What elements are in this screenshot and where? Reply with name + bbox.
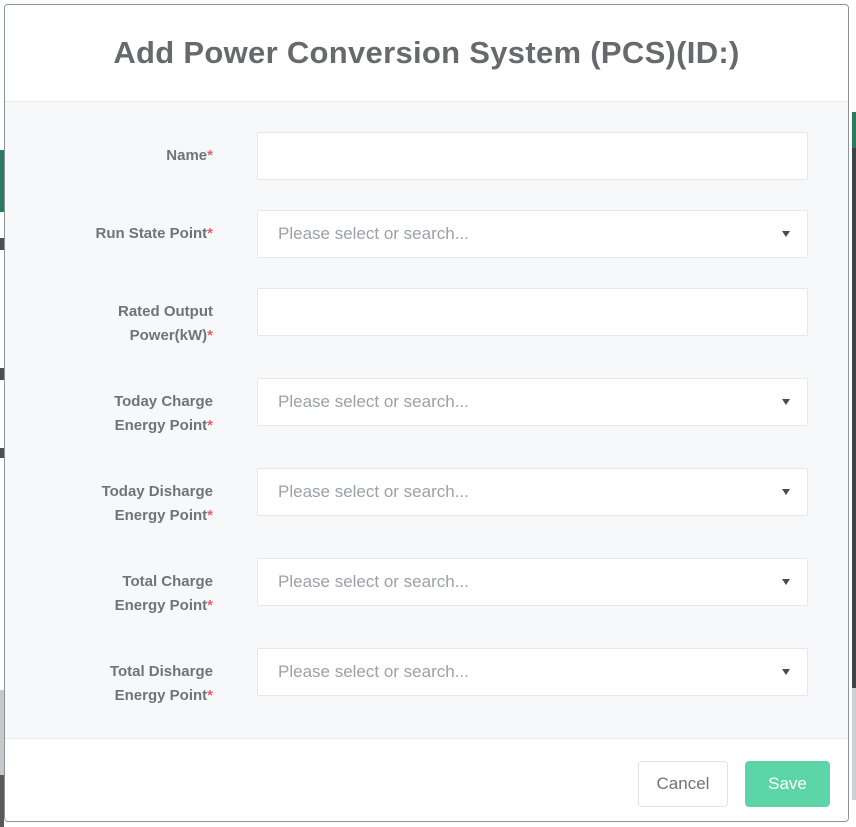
field-label-rated-output-power: Rated Output Power(kW)* (45, 300, 213, 348)
field-control: Please select or search... (257, 558, 808, 606)
today-disharge-energy-point-select[interactable]: Please select or search... (257, 468, 808, 516)
add-pcs-modal: Add Power Conversion System (PCS)(ID:) N… (4, 4, 849, 822)
form-row-today-charge-energy-point: Today Charge Energy Point* Please select… (45, 378, 808, 438)
total-charge-energy-point-select[interactable]: Please select or search... (257, 558, 808, 606)
modal-body: Name* Run State Point* Please select or … (5, 102, 848, 738)
form-row-name: Name* (45, 132, 808, 180)
required-asterisk: * (207, 147, 213, 164)
modal-title: Add Power Conversion System (PCS)(ID:) (113, 35, 739, 71)
field-control: Please select or search... (257, 468, 808, 516)
select-placeholder: Please select or search... (278, 392, 469, 412)
field-label-total-charge-energy-point: Total Charge Energy Point* (45, 570, 213, 618)
chevron-down-icon (782, 489, 790, 495)
form-row-rated-output-power: Rated Output Power(kW)* (45, 288, 808, 348)
modal-header: Add Power Conversion System (PCS)(ID:) (5, 5, 848, 102)
required-asterisk: * (207, 597, 213, 614)
form-row-total-disharge-energy-point: Total Disharge Energy Point* Please sele… (45, 648, 808, 708)
screenshot-stage: Add Power Conversion System (PCS)(ID:) N… (0, 0, 856, 827)
edge-teal-segment (852, 112, 856, 148)
field-label-run-state-point: Run State Point* (45, 222, 213, 246)
name-input[interactable] (257, 132, 808, 180)
edge-dark-segment (852, 148, 856, 688)
page-edge-artifact-right (852, 0, 856, 827)
field-label-name: Name* (45, 144, 213, 168)
form-row-total-charge-energy-point: Total Charge Energy Point* Please select… (45, 558, 808, 618)
field-label-today-disharge-energy-point: Today Disharge Energy Point* (45, 480, 213, 528)
select-placeholder: Please select or search... (278, 662, 469, 682)
edge-gray-segment (852, 688, 856, 800)
field-control: Please select or search... (257, 210, 808, 258)
required-asterisk: * (207, 507, 213, 524)
select-placeholder: Please select or search... (278, 482, 469, 502)
chevron-down-icon (782, 579, 790, 585)
rated-output-power-input[interactable] (257, 288, 808, 336)
form-row-today-disharge-energy-point: Today Disharge Energy Point* Please sele… (45, 468, 808, 528)
field-label-total-disharge-energy-point: Total Disharge Energy Point* (45, 660, 213, 708)
select-placeholder: Please select or search... (278, 572, 469, 592)
required-asterisk: * (207, 687, 213, 704)
today-charge-energy-point-select[interactable]: Please select or search... (257, 378, 808, 426)
chevron-down-icon (782, 231, 790, 237)
chevron-down-icon (782, 399, 790, 405)
field-control: Please select or search... (257, 378, 808, 426)
select-placeholder: Please select or search... (278, 224, 469, 244)
required-asterisk: * (207, 225, 213, 242)
form-row-run-state-point: Run State Point* Please select or search… (45, 210, 808, 258)
field-control: Please select or search... (257, 648, 808, 696)
field-control (257, 288, 808, 336)
field-control (257, 132, 808, 180)
chevron-down-icon (782, 669, 790, 675)
run-state-point-select[interactable]: Please select or search... (257, 210, 808, 258)
cancel-button[interactable]: Cancel (638, 761, 728, 807)
modal-footer: Cancel Save (5, 738, 848, 822)
required-asterisk: * (207, 327, 213, 344)
field-label-today-charge-energy-point: Today Charge Energy Point* (45, 390, 213, 438)
required-asterisk: * (207, 417, 213, 434)
total-disharge-energy-point-select[interactable]: Please select or search... (257, 648, 808, 696)
save-button[interactable]: Save (745, 761, 830, 807)
